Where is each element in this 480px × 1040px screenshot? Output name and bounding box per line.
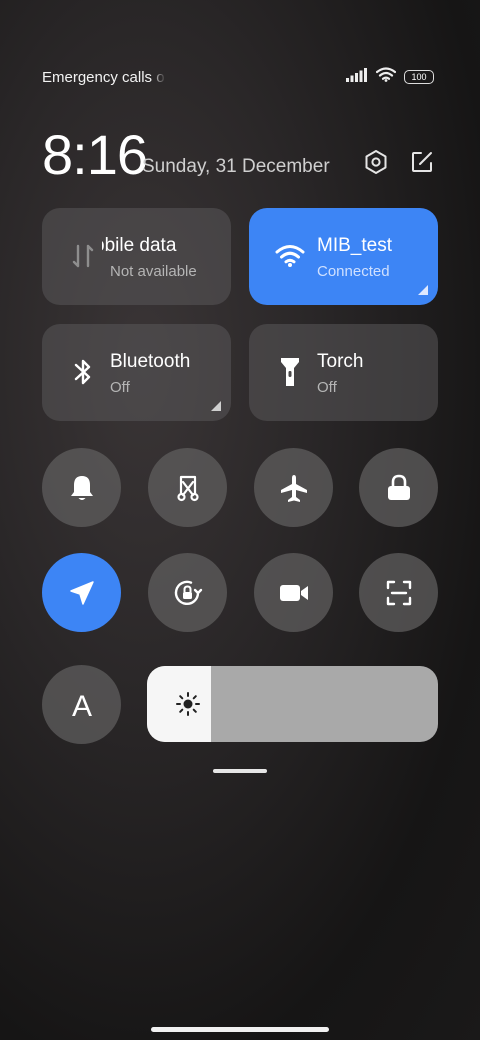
tile-wifi[interactable]: MIB_test Connected (249, 208, 438, 305)
tile-mobile-data[interactable]: obile data Not available (42, 208, 231, 305)
torch-icon (275, 357, 305, 387)
tile-mobile-data-title: obile data (102, 235, 177, 256)
tile-wifi-subtitle: Connected (317, 263, 390, 280)
tile-torch-subtitle: Off (317, 379, 337, 396)
tile-bluetooth-subtitle: Off (110, 379, 130, 396)
bell-icon (70, 475, 93, 500)
screenshot-icon (176, 475, 199, 501)
tile-torch[interactable]: Torch Off (249, 324, 438, 421)
location-icon (69, 580, 94, 605)
toggle-airplane[interactable] (254, 448, 333, 527)
mobile-data-icon (68, 241, 98, 271)
carrier-text: Emergency calls o (42, 68, 165, 86)
tile-wifi-title: MIB_test (317, 235, 392, 256)
bluetooth-icon (68, 357, 98, 387)
sun-icon (176, 692, 200, 716)
home-indicator[interactable] (151, 1027, 329, 1032)
toggle-screen-recorder[interactable] (254, 553, 333, 632)
edit-button[interactable] (408, 148, 436, 176)
toggle-font-size[interactable]: A (42, 665, 121, 744)
date: Sunday, 31 December (142, 156, 330, 177)
toggle-location[interactable] (42, 553, 121, 632)
status-icons: 100 (346, 67, 434, 87)
lock-icon (387, 474, 410, 500)
settings-icon (365, 150, 387, 174)
battery-icon: 100 (404, 70, 434, 84)
scanner-icon (386, 580, 411, 605)
clock: 8:16 (42, 123, 148, 186)
toggle-screenshot[interactable] (148, 448, 227, 527)
expand-corner-icon[interactable] (211, 401, 221, 411)
edit-icon (412, 152, 432, 172)
airplane-icon (280, 474, 307, 502)
settings-button[interactable] (362, 148, 390, 176)
svg-text:A: A (71, 690, 91, 720)
brightness-slider[interactable] (147, 666, 438, 742)
drawer-handle[interactable] (213, 769, 267, 773)
expand-corner-icon[interactable] (418, 285, 428, 295)
toggle-sound[interactable] (42, 448, 121, 527)
toggle-auto-rotate[interactable] (148, 553, 227, 632)
rotation-lock-icon (174, 580, 202, 605)
header: 8:16 Sunday, 31 December (42, 118, 438, 188)
wifi-status-icon (375, 67, 397, 87)
tile-torch-title: Torch (317, 351, 364, 372)
tile-mobile-data-subtitle: Not available (110, 263, 197, 280)
font-icon: A (71, 690, 91, 720)
wifi-icon (275, 241, 305, 271)
video-camera-icon (279, 584, 308, 601)
tile-bluetooth[interactable]: Bluetooth Off (42, 324, 231, 421)
toggle-lock-screen[interactable] (359, 448, 438, 527)
tile-bluetooth-title: Bluetooth (110, 351, 191, 372)
signal-icon (346, 67, 368, 87)
toggle-scanner[interactable] (359, 553, 438, 632)
status-bar: Emergency calls o 100 (42, 66, 434, 88)
